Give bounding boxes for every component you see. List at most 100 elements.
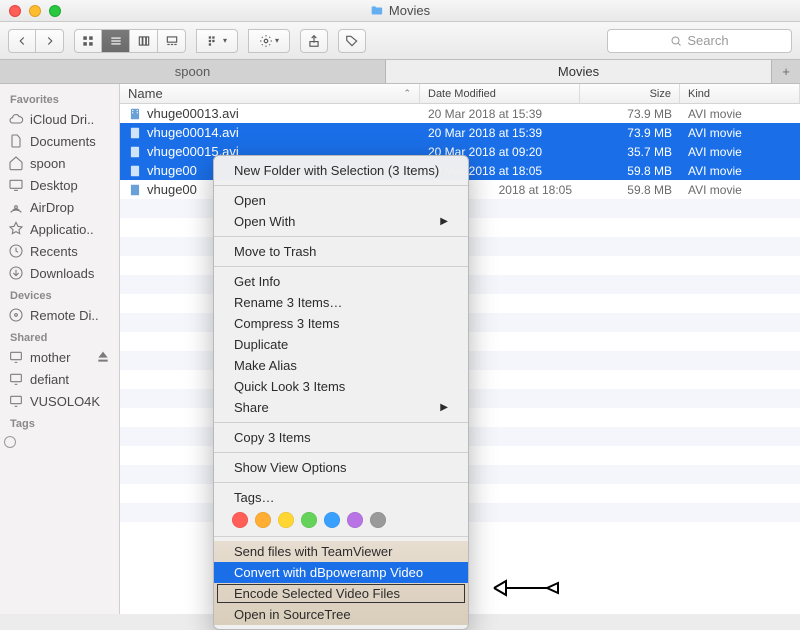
search-placeholder: Search: [687, 33, 728, 48]
menu-separator: [214, 236, 468, 237]
window-title-text: Movies: [389, 3, 430, 18]
list-view-button[interactable]: [102, 29, 130, 53]
menu-get-info[interactable]: Get Info: [214, 271, 468, 292]
sidebar: Favorites iCloud Dri.. Documents spoon D…: [0, 84, 120, 614]
tag-circle[interactable]: [4, 436, 16, 448]
label: Name: [128, 86, 163, 101]
tag-yellow[interactable]: [278, 512, 294, 528]
tags-button[interactable]: [338, 29, 366, 53]
label: AirDrop: [30, 200, 74, 215]
menu-separator: [214, 536, 468, 537]
window-title: Movies: [370, 3, 430, 18]
label: Share: [234, 400, 269, 415]
home-icon: [8, 155, 24, 171]
forward-button[interactable]: [36, 29, 64, 53]
menu-quick-look[interactable]: Quick Look 3 Items: [214, 376, 468, 397]
display-icon: [8, 371, 24, 387]
tab-spoon[interactable]: spoon: [0, 60, 386, 83]
file-row[interactable]: vhuge00013.avi 20 Mar 2018 at 15:39 73.9…: [120, 104, 800, 123]
search-field[interactable]: Search: [607, 29, 792, 53]
display-icon: [8, 349, 24, 365]
tag-red[interactable]: [232, 512, 248, 528]
menu-make-alias[interactable]: Make Alias: [214, 355, 468, 376]
menu-move-to-trash[interactable]: Move to Trash: [214, 241, 468, 262]
sidebar-item-vusolo[interactable]: VUSOLO4K: [0, 390, 119, 412]
arrange-button[interactable]: ▾: [196, 29, 238, 53]
menu-teamviewer[interactable]: Send files with TeamViewer: [214, 541, 468, 562]
desktop-icon: [8, 177, 24, 193]
menu-view-options[interactable]: Show View Options: [214, 457, 468, 478]
col-date[interactable]: Date Modified: [420, 84, 580, 103]
document-icon: [8, 133, 24, 149]
sidebar-head-devices: Devices: [0, 284, 119, 304]
col-size[interactable]: Size: [580, 84, 680, 103]
search-icon: [670, 35, 682, 47]
sidebar-item-mother[interactable]: mother: [0, 346, 119, 368]
close-button[interactable]: [9, 5, 21, 17]
display-icon: [8, 393, 24, 409]
menu-encode-selected[interactable]: Encode Selected Video Files: [216, 583, 466, 604]
applications-icon: [8, 221, 24, 237]
clock-icon: [8, 243, 24, 259]
tag-blue[interactable]: [324, 512, 340, 528]
tag-gray[interactable]: [370, 512, 386, 528]
cloud-icon: [8, 111, 24, 127]
menu-share[interactable]: Share ▶: [214, 397, 468, 418]
icon-view-button[interactable]: [74, 29, 102, 53]
tab-bar: spoon Movies +: [0, 60, 800, 84]
menu-copy[interactable]: Copy 3 Items: [214, 427, 468, 448]
maximize-button[interactable]: [49, 5, 61, 17]
menu-sourcetree[interactable]: Open in SourceTree: [214, 604, 468, 625]
disc-icon: [8, 307, 24, 323]
menu-duplicate[interactable]: Duplicate: [214, 334, 468, 355]
context-menu: New Folder with Selection (3 Items) Open…: [213, 155, 469, 630]
label: Desktop: [30, 178, 78, 193]
tag-green[interactable]: [301, 512, 317, 528]
kind: AVI movie: [680, 107, 800, 121]
titlebar: Movies: [0, 0, 800, 22]
label: VUSOLO4K: [30, 394, 100, 409]
menu-rename[interactable]: Rename 3 Items…: [214, 292, 468, 313]
size: 59.8 MB: [580, 164, 680, 178]
back-button[interactable]: [8, 29, 36, 53]
tag-purple[interactable]: [347, 512, 363, 528]
tag-orange[interactable]: [255, 512, 271, 528]
menu-tags[interactable]: Tags…: [214, 487, 468, 508]
filename: vhuge00: [147, 182, 197, 197]
sidebar-item-downloads[interactable]: Downloads: [0, 262, 119, 284]
minimize-button[interactable]: [29, 5, 41, 17]
label: spoon: [30, 156, 65, 171]
new-tab-button[interactable]: +: [772, 60, 800, 83]
sidebar-item-desktop[interactable]: Desktop: [0, 174, 119, 196]
sidebar-item-defiant[interactable]: defiant: [0, 368, 119, 390]
action-button[interactable]: ▾: [248, 29, 290, 53]
toolbar: ▾ ▾ Search: [0, 22, 800, 60]
sidebar-item-recents[interactable]: Recents: [0, 240, 119, 262]
sidebar-item-documents[interactable]: Documents: [0, 130, 119, 152]
sidebar-item-applications[interactable]: Applicatio..: [0, 218, 119, 240]
label: Applicatio..: [30, 222, 94, 237]
tab-movies[interactable]: Movies: [386, 60, 772, 83]
sidebar-item-airdrop[interactable]: AirDrop: [0, 196, 119, 218]
column-view-button[interactable]: [130, 29, 158, 53]
menu-separator: [214, 482, 468, 483]
sidebar-item-spoon[interactable]: spoon: [0, 152, 119, 174]
share-button[interactable]: [300, 29, 328, 53]
sidebar-item-icloud[interactable]: iCloud Dri..: [0, 108, 119, 130]
sidebar-head-tags: Tags: [0, 412, 119, 432]
arrange-group: ▾: [196, 29, 238, 53]
label: iCloud Dri..: [30, 112, 94, 127]
file-row[interactable]: vhuge00014.avi 20 Mar 2018 at 15:39 73.9…: [120, 123, 800, 142]
col-name[interactable]: Name⌃: [120, 84, 420, 103]
menu-new-folder-selection[interactable]: New Folder with Selection (3 Items): [214, 160, 468, 181]
col-kind[interactable]: Kind: [680, 84, 800, 103]
submenu-arrow-icon: ▶: [440, 402, 448, 413]
kind: AVI movie: [680, 126, 800, 140]
menu-compress[interactable]: Compress 3 Items: [214, 313, 468, 334]
gallery-view-button[interactable]: [158, 29, 186, 53]
sidebar-item-remote[interactable]: Remote Di..: [0, 304, 119, 326]
menu-open-with[interactable]: Open With▶: [214, 211, 468, 232]
menu-open[interactable]: Open: [214, 190, 468, 211]
menu-dbpoweramp[interactable]: Convert with dBpoweramp Video: [214, 562, 468, 583]
eject-icon[interactable]: [95, 349, 111, 365]
